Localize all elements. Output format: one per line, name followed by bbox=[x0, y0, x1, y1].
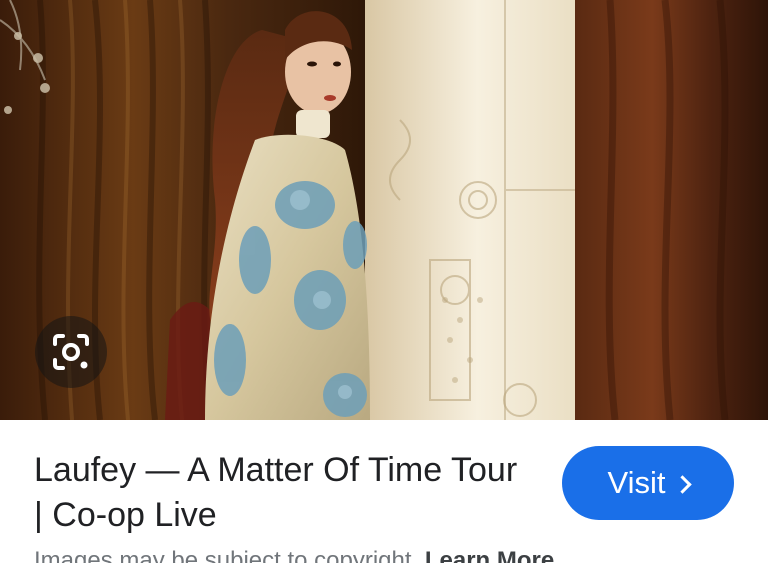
google-lens-button[interactable] bbox=[35, 316, 107, 388]
visit-button[interactable]: Visit bbox=[562, 446, 734, 520]
visit-label: Visit bbox=[607, 465, 666, 500]
learn-more-link[interactable]: Learn More bbox=[425, 547, 554, 563]
chevron-right-icon bbox=[672, 474, 692, 494]
photo-illustration bbox=[0, 0, 768, 420]
image-result-viewer: Laufey — A Matter Of Time Tour | Co-op L… bbox=[0, 0, 768, 563]
copyright-text: Images may be subject to copyright. bbox=[34, 547, 419, 563]
google-lens-icon bbox=[53, 334, 89, 370]
result-title[interactable]: Laufey — A Matter Of Time Tour | Co-op L… bbox=[34, 448, 534, 538]
result-image[interactable] bbox=[0, 0, 768, 420]
copyright-notice: Images may be subject to copyright. Lear… bbox=[34, 546, 554, 563]
result-info-panel: Laufey — A Matter Of Time Tour | Co-op L… bbox=[0, 420, 768, 563]
